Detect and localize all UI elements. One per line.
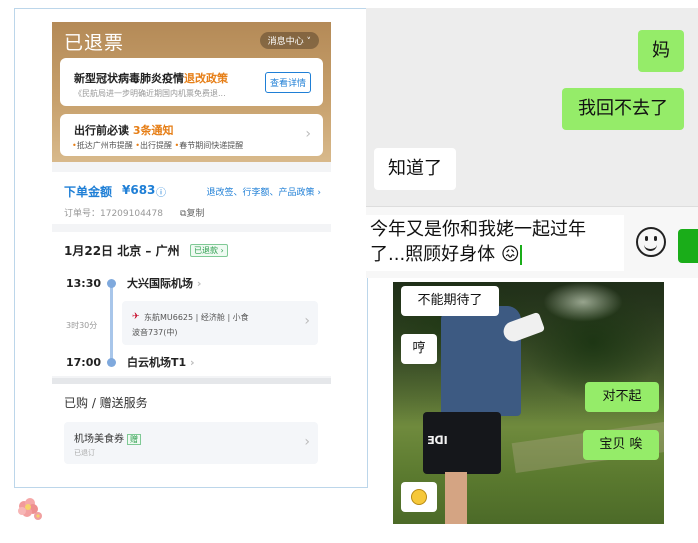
arrival-time: 17:00	[66, 356, 102, 369]
meme-caption-emoji	[401, 482, 437, 512]
service-name-label: 机场美食券	[74, 434, 124, 445]
aircraft-type: 波音737(中)	[132, 328, 178, 337]
notice-list: •抵达广州市提醒 •出行提醒 •春节期间快递提醒	[72, 141, 244, 150]
chevron-right-icon: ›	[304, 434, 310, 450]
order-number: 订单号：17209104478	[64, 209, 163, 219]
status-header: 已退票 消息中心 ˅ 新型冠状病毒肺炎疫情退改政策 《民航局进一步明确近期国内机…	[52, 22, 331, 162]
message-center-button[interactable]: 消息中心 ˅	[259, 32, 319, 49]
policy-subtitle: 《民航局进一步明确近期国内机票免费退...	[74, 89, 226, 98]
gift-tag: 赠	[127, 434, 141, 445]
timeline-dot-departure	[107, 279, 116, 288]
chevron-right-icon: ›	[304, 313, 310, 329]
notice-title: 出行前必读 3条通知	[74, 122, 174, 138]
copy-label: 复制	[186, 209, 205, 219]
timeline-dot-arrival	[107, 358, 116, 367]
flight-duration: 3时30分	[66, 321, 98, 330]
tired-face-emoji: 😖	[500, 244, 520, 265]
meme-caption: 不能期待了	[401, 286, 499, 316]
chat-input-bar: 今年又是你和我姥一起过年了...照顾好身体 😖	[366, 206, 698, 278]
copy-button[interactable]: ⧉复制	[180, 206, 204, 219]
send-button[interactable]	[678, 229, 698, 263]
sky-patch	[543, 282, 623, 322]
policy-title-prefix: 新型冠状病毒肺炎疫情	[74, 72, 184, 85]
timeline-line	[110, 284, 113, 360]
meme-caption: 宝贝 唉	[583, 430, 659, 460]
help-icon[interactable]: ⓘ	[156, 184, 166, 199]
person-leg	[445, 472, 467, 524]
departure-airport[interactable]: 大兴国际机场 ›	[127, 275, 201, 291]
flight-card: 1月22日 北京 – 广州 已退款 › 13:30 大兴国际机场 › 3时30分…	[52, 232, 331, 376]
refund-badge-label: 已退款	[194, 246, 218, 255]
message-input-text: 今年又是你和我姥一起过年了...照顾好身体	[370, 219, 586, 265]
airline-logo-icon: ✈	[132, 312, 140, 322]
text-cursor	[519, 245, 522, 265]
policy-title: 新型冠状病毒肺炎疫情退改政策	[74, 70, 228, 86]
ticket-app-screen: 已退票 消息中心 ˅ 新型冠状病毒肺炎疫情退改政策 《民航局进一步明确近期国内机…	[52, 22, 331, 470]
policy-links[interactable]: 退改签、行李额、产品政策 ›	[207, 185, 321, 198]
meme-caption: 对不起	[585, 382, 659, 412]
grimace-face-icon	[411, 488, 427, 505]
price-value: ¥683	[122, 183, 156, 197]
service-status: 已退订	[74, 449, 95, 457]
notice-item: 春节期间快递提醒	[179, 141, 244, 150]
notice-count: 3条通知	[132, 124, 174, 137]
chevron-right-icon: ›	[305, 126, 311, 142]
departure-airport-label: 大兴国际机场	[127, 277, 193, 290]
policy-title-highlight: 退改政策	[184, 72, 228, 85]
message-input[interactable]: 今年又是你和我姥一起过年了...照顾好身体 😖	[366, 215, 624, 271]
refund-status-badge[interactable]: 已退款 ›	[190, 244, 228, 257]
shorts-print: ƎᗡI	[427, 434, 448, 447]
price-label: 下单金额	[64, 185, 113, 199]
meme-photo: ƎᗡI 不能期待了 哼 对不起 宝贝 唉	[393, 282, 664, 524]
services-title: 已购 / 赠送服务	[64, 396, 148, 410]
status-title: 已退票	[64, 32, 125, 54]
view-details-button[interactable]: 查看详情	[264, 72, 311, 93]
notice-title-prefix: 出行前必读	[74, 124, 129, 137]
departure-time: 13:30	[66, 277, 102, 290]
notice-item: 出行提醒	[139, 141, 172, 150]
meme-caption: 哼	[401, 334, 437, 364]
service-name: 机场美食券赠	[74, 430, 141, 445]
chat-message-sent: 妈	[638, 30, 684, 72]
arrival-airport[interactable]: 白云机场T1 ›	[127, 354, 195, 370]
flower-icon	[18, 498, 42, 520]
emoji-button-icon[interactable]	[636, 227, 666, 257]
airline-info: 东航MU6625 | 经济舱 | 小食	[144, 313, 249, 322]
chat-screenshot: 妈 我回不去了 知道了 今年又是你和我姥一起过年了...照顾好身体 😖	[366, 8, 698, 278]
chat-message-received: 知道了	[374, 148, 456, 190]
flight-segment[interactable]: ✈ 东航MU6625 | 经济舱 | 小食 波音737(中) ›	[122, 301, 318, 345]
arrival-airport-label: 白云机场T1	[127, 356, 187, 369]
order-price-card: 下单金额 ¥683 ⓘ 退改签、行李额、产品政策 › 订单号：172091044…	[52, 172, 331, 224]
service-item[interactable]: 机场美食券赠 已退订 ›	[64, 422, 318, 464]
notice-item: 抵达广州市提醒	[76, 141, 133, 150]
services-card: 已购 / 赠送服务 机场美食券赠 已退订 ›	[52, 384, 331, 470]
travel-notice-card[interactable]: 出行前必读 3条通知 •抵达广州市提醒 •出行提醒 •春节期间快递提醒 ›	[60, 114, 323, 156]
flight-route: 1月22日 北京 – 广州	[64, 244, 180, 258]
policy-card[interactable]: 新型冠状病毒肺炎疫情退改政策 《民航局进一步明确近期国内机票免费退... 查看详…	[60, 58, 323, 106]
policy-links-label: 退改签、行李额、产品政策	[206, 188, 315, 198]
chat-message-sent: 我回不去了	[562, 88, 684, 130]
